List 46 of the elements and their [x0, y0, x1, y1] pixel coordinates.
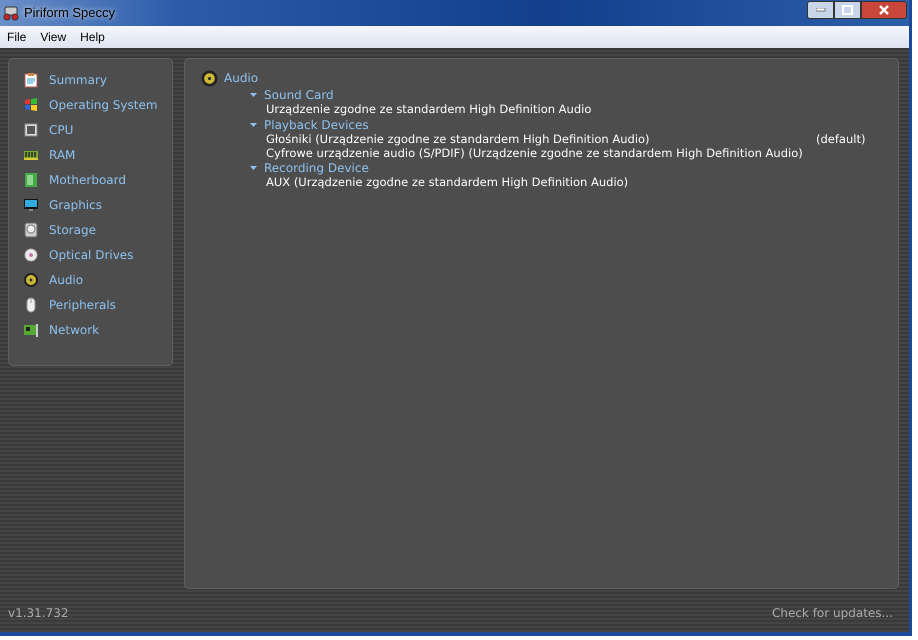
sidebar-item[interactable]: Operating System	[23, 92, 158, 117]
minimize-button[interactable]	[807, 1, 834, 19]
update-link[interactable]: Check for updates...	[772, 604, 893, 622]
windows-logo-icon	[23, 96, 39, 112]
speaker-icon	[23, 272, 39, 288]
menu-item[interactable]: File	[7, 28, 26, 46]
sidebar-item[interactable]: Peripherals	[23, 292, 116, 317]
sidebar-item[interactable]: Audio	[23, 267, 84, 292]
menu-item[interactable]: Help	[80, 28, 105, 46]
sidebar-item[interactable]: RAM	[23, 142, 76, 167]
minimize-icon	[816, 8, 826, 12]
sidebar-item[interactable]: Storage	[23, 217, 96, 242]
device-name: Głośniki (Urządzenie zgodne ze standardem High Definition Audio)	[266, 132, 651, 146]
sidebar-item[interactable]: Optical Drives	[23, 242, 134, 267]
menu-item[interactable]: View	[40, 28, 66, 46]
device-name: Cyfrowe urządzenie audio (S/PDIF) (Urządzenie zgodne ze standardem High Definition Audio)	[266, 146, 804, 160]
maximize-icon	[842, 5, 853, 15]
device-name: AUX (Urządzenie zgodne ze standardem High Definition Audio)	[266, 175, 630, 189]
network-card-icon	[23, 322, 39, 338]
section-title[interactable]: Sound Card	[264, 86, 334, 104]
hard-drive-icon	[23, 222, 39, 238]
speaker-icon	[201, 70, 218, 86]
section-title[interactable]: Recording Device	[264, 158, 369, 176]
close-icon	[878, 5, 890, 15]
sidebar-item[interactable]: Summary	[23, 67, 107, 92]
chip-icon	[23, 122, 39, 138]
app-icon	[2, 5, 20, 21]
sidebar-item[interactable]: Graphics	[23, 192, 102, 217]
caret-down-icon[interactable]	[250, 122, 258, 128]
version-label: v1.31.732	[8, 605, 69, 622]
close-button[interactable]	[861, 1, 907, 19]
sidebar-item[interactable]: CPU	[23, 117, 74, 142]
device-name: Urządzenie zgodne ze standardem High Definition Audio	[266, 102, 592, 116]
circuit-board-icon	[23, 172, 39, 188]
sidebar-item[interactable]: Network	[23, 317, 100, 342]
caret-down-icon[interactable]	[250, 92, 258, 98]
sidebar-item[interactable]: Motherboard	[23, 167, 126, 192]
section-title[interactable]: Playback Devices	[264, 116, 369, 134]
section-heading: Audio	[224, 70, 258, 87]
maximize-button[interactable]	[834, 1, 861, 19]
monitor-icon	[23, 196, 39, 212]
disc-icon	[23, 246, 39, 262]
window-title: Piriform Speccy	[24, 4, 116, 22]
clipboard-icon	[23, 72, 39, 88]
caret-down-icon[interactable]	[250, 164, 258, 170]
default-label: (default)	[816, 132, 866, 146]
